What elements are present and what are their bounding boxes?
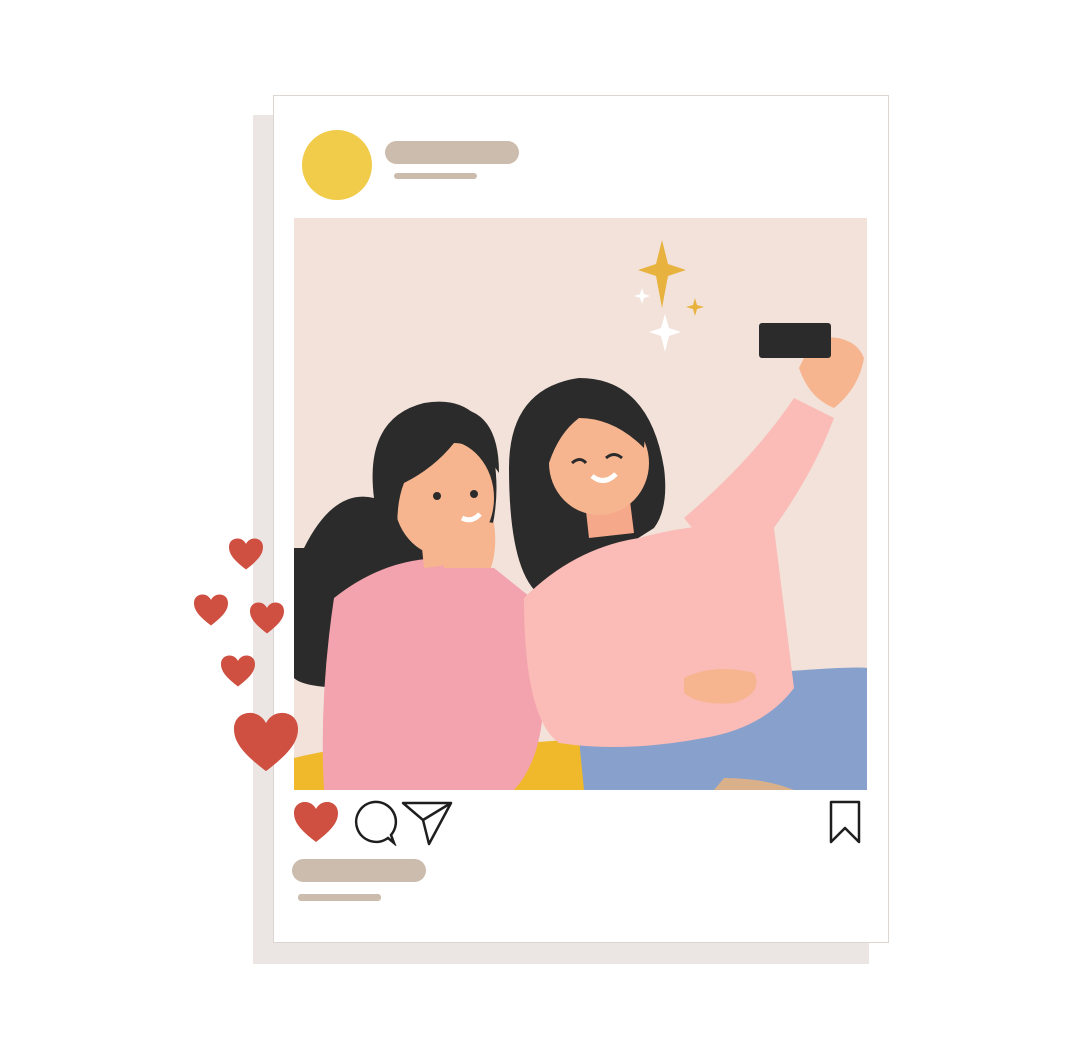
selfie-illustration (294, 218, 867, 790)
heart-icon[interactable] (292, 800, 340, 844)
likes-placeholder (292, 859, 426, 882)
username-placeholder[interactable] (385, 141, 519, 164)
floating-heart-icon (221, 655, 255, 687)
floating-heart-icon (234, 712, 298, 772)
caption-placeholder (298, 894, 381, 901)
avatar[interactable] (302, 130, 372, 200)
floating-heart-icon (250, 602, 284, 634)
comment-icon[interactable] (350, 798, 398, 846)
floating-heart-icon (229, 538, 263, 570)
share-icon[interactable] (401, 800, 453, 846)
floating-heart-icon (194, 594, 228, 626)
location-placeholder (394, 173, 477, 179)
bookmark-icon[interactable] (828, 800, 862, 844)
post-image[interactable] (294, 218, 867, 790)
